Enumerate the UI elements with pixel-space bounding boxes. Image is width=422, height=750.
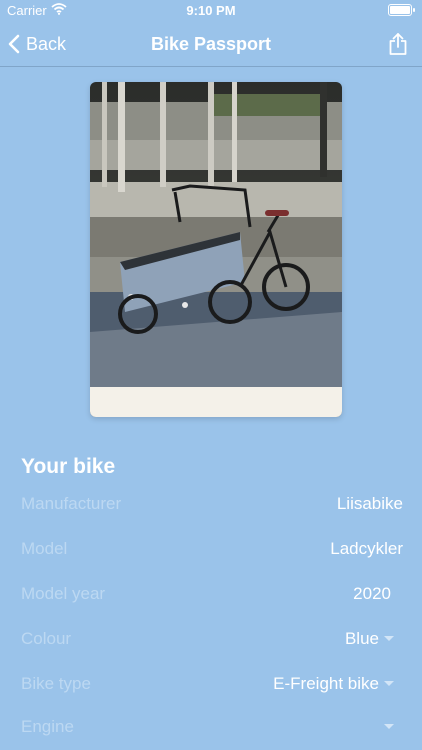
caret-down-icon	[384, 681, 394, 686]
bike-type-label: Bike type	[21, 674, 91, 693]
manufacturer-value: Liisabike	[336, 494, 403, 513]
battery-icon	[388, 4, 415, 16]
bike-type-dropdown[interactable]: Bike type E-Freight bike	[0, 663, 422, 707]
manufacturer-label: Manufacturer	[21, 494, 122, 513]
model-year-value: 2020	[353, 584, 391, 603]
caret-down-icon	[384, 636, 394, 641]
manufacturer-row[interactable]: Manufacturer Liisabike	[0, 483, 422, 527]
share-button[interactable]	[388, 32, 408, 61]
caret-down-icon	[384, 724, 394, 729]
colour-value: Blue	[344, 629, 379, 648]
navigation-bar: Back Bike Passport	[0, 22, 422, 67]
colour-label: Colour	[21, 629, 72, 648]
model-year-row[interactable]: Model year 2020	[0, 573, 422, 617]
model-label: Model	[21, 539, 68, 558]
share-icon	[389, 33, 407, 55]
colour-dropdown[interactable]: Colour Blue	[0, 618, 422, 662]
bike-type-value: E-Freight bike	[273, 674, 379, 693]
model-row[interactable]: Model Ladcykler	[0, 528, 422, 572]
section-title: Your bike	[21, 455, 116, 478]
status-bar: Carrier 9:10 PM	[0, 0, 422, 22]
bike-photo[interactable]	[90, 82, 342, 417]
engine-label: Engine	[21, 717, 74, 736]
model-year-label: Model year	[21, 584, 106, 603]
engine-dropdown[interactable]: Engine	[0, 706, 422, 750]
status-time: 9:10 PM	[186, 3, 236, 18]
page-title: Bike Passport	[150, 34, 272, 54]
model-value: Ladcykler	[330, 539, 403, 558]
